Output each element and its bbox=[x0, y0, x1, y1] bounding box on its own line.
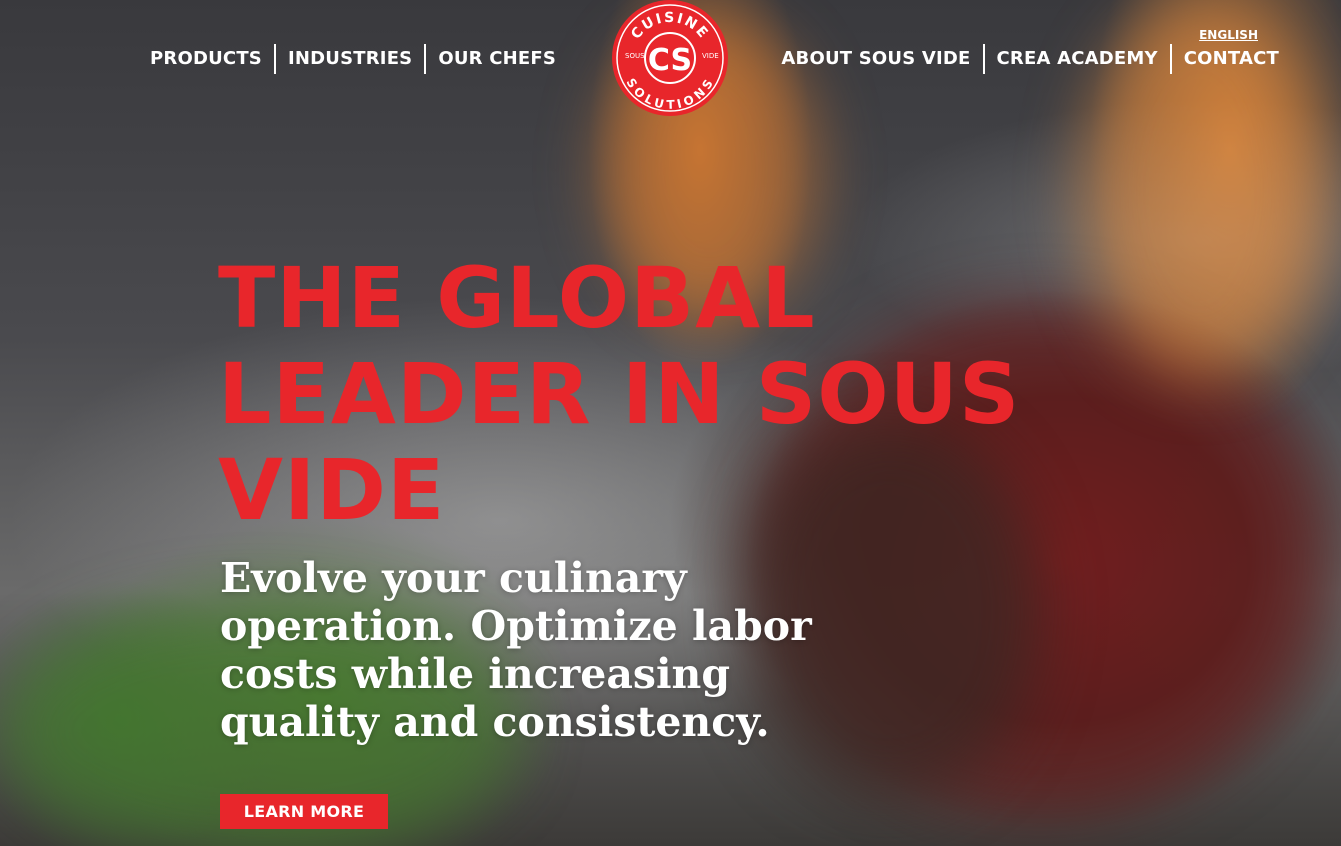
logo-emblem: CUISINE SOLUTIONS SOUS VIDE CS bbox=[612, 0, 728, 116]
nav-contact[interactable]: CONTACT bbox=[1169, 44, 1291, 74]
nav-about-sous-vide[interactable]: ABOUT SOUS VIDE bbox=[769, 44, 982, 74]
headline-line: LEADER IN SOUS bbox=[218, 345, 1021, 443]
primary-nav-right: ABOUT SOUS VIDE CREA ACADEMY CONTACT bbox=[769, 44, 1291, 74]
nav-crea-academy[interactable]: CREA ACADEMY bbox=[982, 44, 1170, 74]
learn-more-button[interactable]: LEARN MORE bbox=[220, 794, 388, 829]
logo-right-text: VIDE bbox=[702, 52, 719, 60]
nav-our-chefs[interactable]: OUR CHEFS bbox=[424, 44, 568, 74]
hero-headline: THE GLOBAL LEADER IN SOUS VIDE bbox=[218, 250, 1038, 538]
language-selector[interactable]: ENGLISH bbox=[1199, 28, 1258, 42]
logo-left-text: SOUS bbox=[625, 52, 645, 60]
headline-line: VIDE bbox=[218, 441, 446, 539]
logo-monogram: CS bbox=[648, 43, 692, 78]
nav-products[interactable]: PRODUCTS bbox=[138, 44, 274, 74]
subhead-line: Evolve your culinary bbox=[220, 554, 687, 602]
subhead-line: operation. Optimize labor bbox=[220, 602, 812, 650]
nav-industries[interactable]: INDUSTRIES bbox=[273, 44, 424, 74]
subhead-line: costs while increasing bbox=[220, 650, 731, 698]
primary-nav-left: PRODUCTS INDUSTRIES OUR CHEFS bbox=[138, 44, 568, 74]
cuisine-solutions-logo[interactable]: CUISINE SOLUTIONS SOUS VIDE CS bbox=[610, 0, 730, 120]
hero-subheading: Evolve your culinary operation. Optimize… bbox=[220, 554, 820, 746]
headline-line: THE GLOBAL bbox=[218, 249, 816, 347]
subhead-line: quality and consistency. bbox=[220, 698, 770, 746]
